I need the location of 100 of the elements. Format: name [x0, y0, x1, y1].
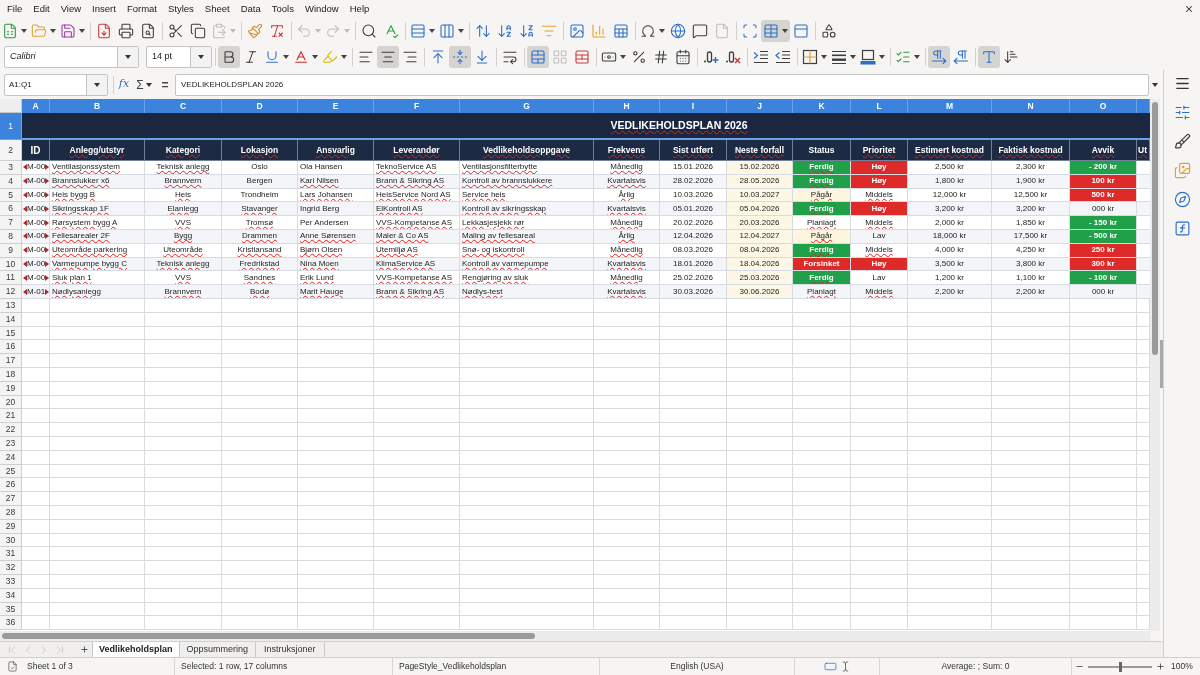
table-cell: ElKontroll AS — [374, 202, 460, 217]
table-cell: 000 kr — [1070, 285, 1137, 299]
menu-item[interactable]: Sheet — [199, 4, 236, 14]
brush-icon[interactable] — [1173, 133, 1191, 150]
row-header[interactable]: 26 — [0, 478, 22, 493]
row-header[interactable]: 17 — [0, 354, 22, 368]
vertical-scrollbar[interactable] — [1150, 99, 1160, 631]
menu-icon[interactable] — [1173, 75, 1191, 92]
table-cell: 3,200 kr — [908, 202, 992, 217]
properties-icon[interactable] — [1173, 104, 1191, 121]
column-header[interactable]: D — [222, 99, 298, 113]
zoom-thumb[interactable] — [1118, 661, 1122, 672]
dropdown-button[interactable] — [86, 74, 107, 95]
formula-button[interactable]: = — [158, 74, 172, 95]
scroll-thumb[interactable] — [1152, 102, 1158, 355]
table-cell: VVS-Kompetanse AS — [374, 271, 460, 286]
table-cell: 000 kr — [1070, 202, 1137, 217]
bold-icon — [221, 48, 237, 65]
row-header[interactable]: 27 — [0, 492, 22, 506]
column-header[interactable]: M — [908, 99, 992, 113]
column-header[interactable]: I — [660, 99, 727, 113]
merge-cells-icon — [530, 48, 546, 65]
dropdown-button[interactable] — [117, 46, 138, 67]
menu-item[interactable]: Help — [344, 4, 375, 14]
menu-item[interactable]: Window — [299, 4, 345, 14]
row-header[interactable]: 21 — [0, 409, 22, 424]
sheet-tab[interactable]: Oppsummering — [179, 642, 257, 657]
column-header[interactable]: F — [374, 99, 460, 113]
row-header[interactable]: 6 — [0, 202, 22, 217]
frame-icon — [742, 22, 758, 39]
menu-item[interactable]: Styles — [162, 4, 200, 14]
name-box-field[interactable]: A1:Q1 — [4, 73, 108, 96]
function-wizard-button[interactable]: fx — [116, 74, 132, 95]
zoom-in-icon[interactable] — [1156, 662, 1165, 671]
plus-icon[interactable] — [80, 645, 89, 654]
column-header[interactable]: E — [298, 99, 374, 113]
align-middle-button[interactable] — [449, 45, 471, 68]
menu-item[interactable]: Insert — [86, 4, 122, 14]
column-header[interactable]: A — [22, 99, 50, 113]
row-header[interactable]: 3 — [0, 161, 22, 175]
column-header[interactable]: J — [727, 99, 793, 113]
column-header[interactable]: C — [145, 99, 222, 113]
table-cell: - 200 kr — [1070, 161, 1137, 175]
column-header[interactable]: H — [594, 99, 660, 113]
sheet-tab[interactable]: Instruksjoner — [256, 642, 325, 657]
menu-item[interactable]: Data — [235, 4, 267, 14]
horizontal-text-button[interactable] — [978, 45, 1000, 68]
column-header[interactable]: K — [793, 99, 851, 113]
clear-format-icon — [269, 22, 285, 39]
sum-button[interactable]: Σ — [133, 74, 155, 95]
row-header[interactable]: 12 — [0, 285, 22, 299]
column-header[interactable]: G — [460, 99, 594, 113]
document-icon[interactable] — [6, 661, 18, 672]
table-cell: Planlagt — [793, 216, 851, 230]
left-to-right-button[interactable] — [928, 45, 950, 68]
dropdown-button[interactable] — [190, 46, 211, 67]
text-icon — [981, 48, 997, 65]
align-center-button[interactable] — [377, 45, 399, 68]
row-header[interactable]: 2 — [0, 140, 22, 161]
row-header[interactable]: 1 — [0, 113, 22, 140]
freeze-button[interactable] — [761, 19, 790, 42]
images-icon[interactable] — [1173, 162, 1191, 179]
table-cell: Elanlegg — [145, 202, 222, 217]
column-header[interactable]: L — [851, 99, 908, 113]
merge-center-button[interactable] — [527, 45, 549, 68]
row-header[interactable]: 36 — [0, 616, 22, 631]
menu-item[interactable]: File — [1, 4, 28, 14]
row-header[interactable]: 7 — [0, 216, 22, 230]
menu-item[interactable]: Edit — [27, 4, 56, 14]
header-cell: Sist utført — [660, 140, 727, 161]
menu-item[interactable]: View — [55, 4, 87, 14]
row-header[interactable]: 16 — [0, 340, 22, 355]
column-header[interactable]: O — [1070, 99, 1137, 113]
row-header[interactable]: 11 — [0, 271, 22, 286]
horizontal-scrollbar[interactable] — [0, 631, 1150, 641]
compass-icon[interactable] — [1173, 191, 1191, 208]
menu-item[interactable]: Tools — [266, 4, 300, 14]
sheet-tab[interactable]: Vedlikeholdsplan — [92, 642, 180, 657]
row-header[interactable]: 32 — [0, 561, 22, 575]
language[interactable]: English (USA) — [670, 660, 724, 673]
zoom-level[interactable]: 100% — [1171, 660, 1193, 673]
column-header[interactable]: B — [50, 99, 145, 113]
column-header[interactable]: N — [992, 99, 1070, 113]
menu-item[interactable]: Format — [121, 4, 163, 14]
sidebar-handle[interactable] — [1160, 340, 1163, 388]
scissors-icon — [168, 22, 184, 39]
font-size-field[interactable]: 14 pt — [146, 45, 212, 68]
font-name-field[interactable]: Calibri — [4, 45, 139, 68]
row-header[interactable]: 31 — [0, 547, 22, 562]
printer-icon — [118, 22, 134, 39]
caret-icon — [429, 28, 435, 33]
selection-mode-icon[interactable] — [823, 660, 837, 673]
scroll-thumb[interactable] — [2, 633, 535, 639]
function-icon[interactable] — [1173, 220, 1191, 237]
formula-input[interactable]: VEDLIKEHOLDSPLAN 2026 — [175, 73, 1149, 96]
row-header[interactable]: 22 — [0, 423, 22, 437]
cell-text: M-00 — [27, 216, 46, 229]
header-cell: Kategori — [145, 140, 222, 161]
close-icon[interactable] — [1184, 4, 1194, 14]
bold-button[interactable] — [218, 45, 240, 68]
